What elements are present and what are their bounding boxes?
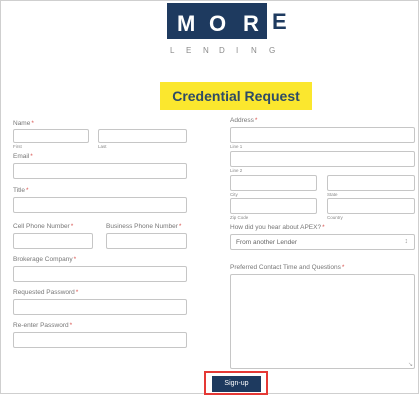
- logo-subtitle-letter: N: [203, 46, 209, 55]
- email-label: Email*: [13, 153, 33, 161]
- name-label: Name*: [13, 120, 34, 128]
- title-label-text: Title: [13, 187, 26, 194]
- cell-phone-input[interactable]: [13, 233, 93, 249]
- logo-letter-o: O: [209, 11, 227, 36]
- logo-subtitle-letter: L: [170, 46, 175, 55]
- business-phone-input[interactable]: [106, 233, 187, 249]
- logo-letter-r: R: [243, 11, 259, 36]
- logo-subtitle-letter: E: [186, 46, 192, 55]
- page-title: Credential Request: [172, 88, 300, 104]
- heard-label: How did you hear about APEX?*: [230, 224, 325, 232]
- logo-subtitle-letter: G: [269, 46, 276, 55]
- address-line1-sublabel: Line 1: [230, 144, 243, 149]
- logo-box: M O R: [167, 3, 267, 39]
- first-name-sublabel: First: [13, 144, 22, 149]
- last-name-input[interactable]: [98, 129, 187, 143]
- resize-handle-icon[interactable]: ↘: [408, 361, 413, 368]
- address-label-text: Address: [230, 117, 254, 124]
- logo-letter-m: M: [177, 11, 196, 36]
- email-label-text: Email: [13, 153, 30, 160]
- country-input[interactable]: [327, 198, 415, 214]
- brokerage-input[interactable]: [13, 266, 187, 282]
- password-input[interactable]: [13, 299, 187, 315]
- state-input[interactable]: [327, 175, 415, 191]
- heard-select-value: From another Lender: [236, 239, 298, 246]
- heard-select[interactable]: From another Lender ↕: [230, 234, 415, 250]
- title-input[interactable]: [13, 197, 187, 213]
- zip-input[interactable]: [230, 198, 317, 214]
- password-confirm-label: Re-enter Password*: [13, 322, 72, 330]
- business-phone-label: Business Phone Number*: [106, 223, 181, 231]
- required-mark: *: [178, 223, 182, 230]
- address-label: Address*: [230, 117, 257, 125]
- password-label-text: Requested Password: [13, 289, 75, 296]
- address-line2-sublabel: Line 2: [230, 168, 243, 173]
- required-mark: *: [70, 223, 74, 230]
- contact-time-label-text: Preferred Contact Time and Questions: [230, 264, 341, 271]
- cell-phone-label: Cell Phone Number*: [13, 223, 73, 231]
- required-mark: *: [73, 256, 77, 263]
- logo-subtitle-letter: I: [236, 46, 239, 55]
- required-mark: *: [322, 224, 325, 231]
- city-input[interactable]: [230, 175, 317, 191]
- contact-time-label: Preferred Contact Time and Questions*: [230, 264, 344, 272]
- required-mark: *: [31, 120, 34, 127]
- zip-sublabel: Zip Code: [230, 215, 249, 220]
- address-line1-input[interactable]: [230, 127, 415, 143]
- required-mark: *: [30, 153, 33, 160]
- password-label: Requested Password*: [13, 289, 78, 297]
- password-confirm-input[interactable]: [13, 332, 187, 348]
- first-name-input[interactable]: [13, 129, 89, 143]
- required-mark: *: [341, 264, 345, 271]
- business-phone-label-text: Business Phone Number: [106, 223, 178, 230]
- required-mark: *: [26, 187, 29, 194]
- title-label: Title*: [13, 187, 29, 195]
- password-confirm-label-text: Re-enter Password: [13, 322, 69, 329]
- contact-time-textarea[interactable]: ↘: [230, 274, 415, 369]
- logo-subtitle-letter: N: [251, 46, 257, 55]
- last-name-sublabel: Last: [98, 144, 107, 149]
- logo-letter-e: E: [272, 9, 287, 34]
- heard-label-text: How did you hear about APEX?: [230, 224, 322, 231]
- chevron-updown-icon: ↕: [404, 238, 409, 245]
- address-line2-input[interactable]: [230, 151, 415, 167]
- required-mark: *: [69, 322, 73, 329]
- name-label-text: Name: [13, 120, 31, 127]
- required-mark: *: [75, 289, 79, 296]
- email-input[interactable]: [13, 163, 187, 179]
- brokerage-label-text: Brokerage Company: [13, 256, 73, 263]
- country-sublabel: Country: [327, 215, 343, 220]
- signup-button[interactable]: Sign-up: [212, 376, 261, 392]
- required-mark: *: [254, 117, 258, 124]
- cell-phone-label-text: Cell Phone Number: [13, 223, 70, 230]
- logo-subtitle-letter: D: [219, 46, 225, 55]
- brokerage-label: Brokerage Company*: [13, 256, 76, 264]
